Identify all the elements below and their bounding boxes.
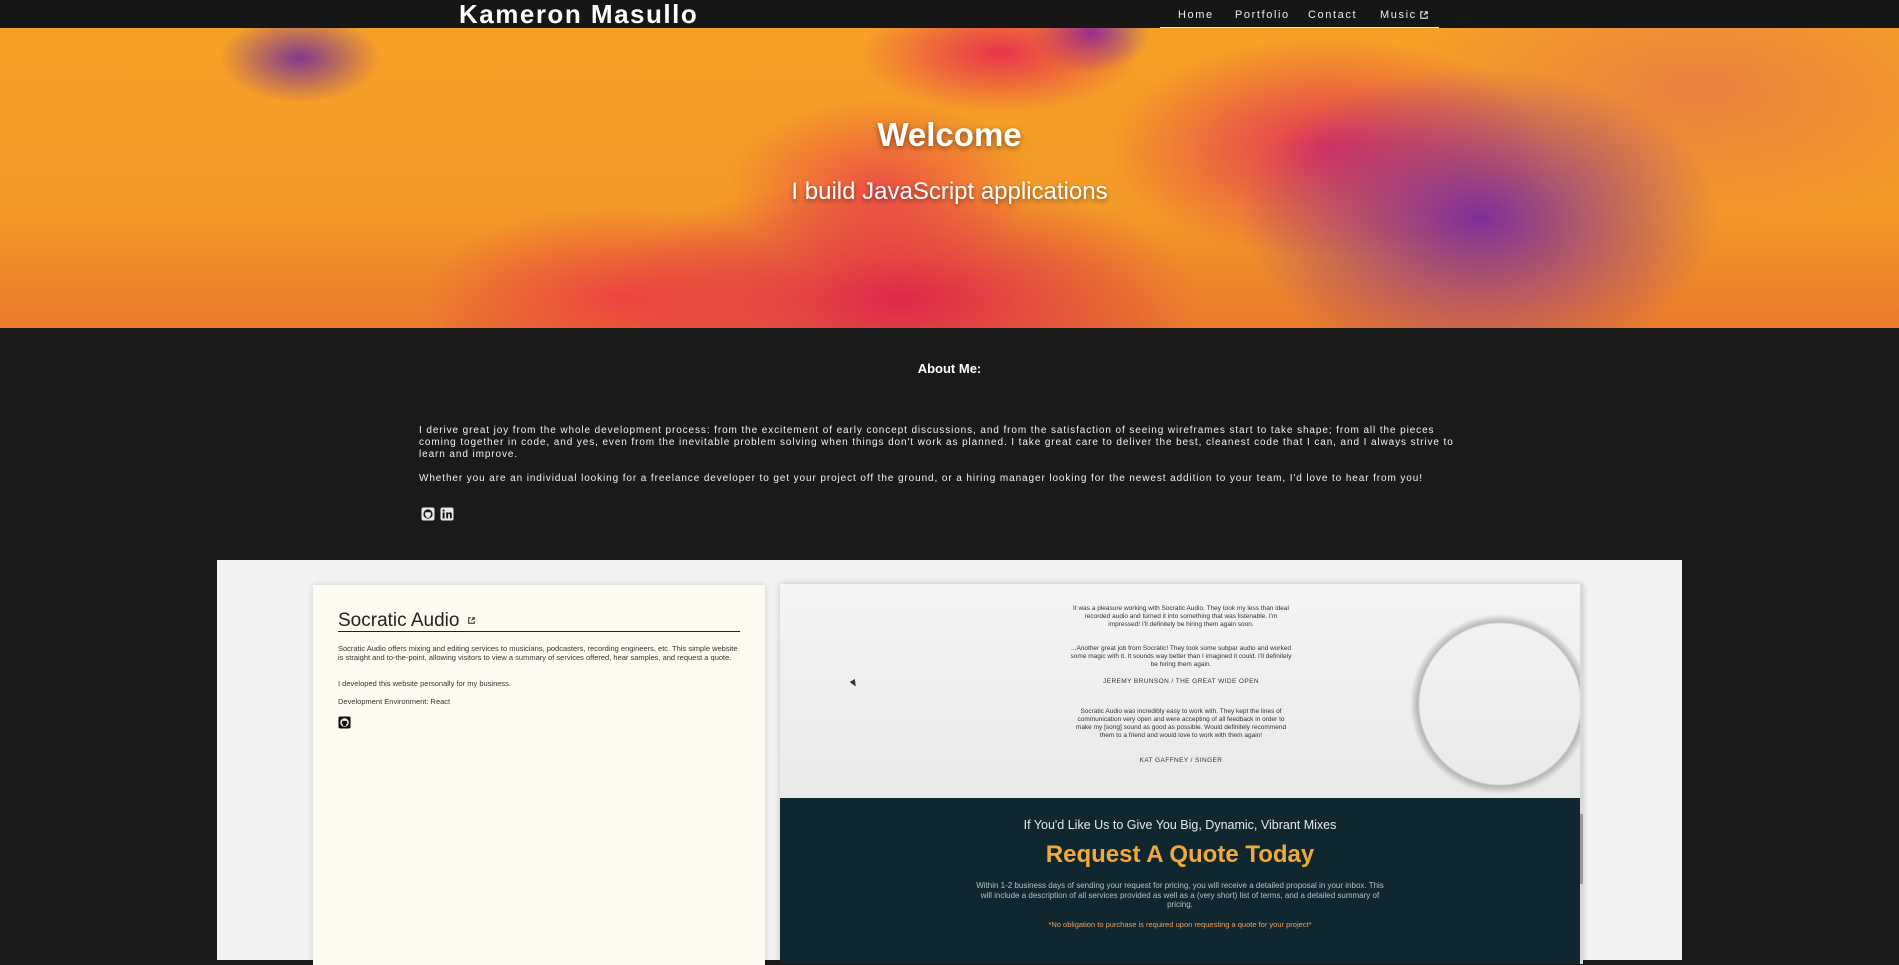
preview-scrollbar[interactable]: [1580, 584, 1583, 964]
github-icon[interactable]: [421, 507, 435, 521]
nav-link-music-label: Music: [1380, 9, 1417, 21]
quote-text: Within 1-2 business days of sending your…: [976, 881, 1384, 909]
preview-testimonials: It was a pleasure working with Socratic …: [780, 584, 1583, 799]
testimonial-text: ...Another great job from Socratic! They…: [1070, 645, 1292, 668]
project-note: I developed this website personally for …: [338, 679, 512, 688]
about-paragraph: Whether you are an individual looking fo…: [419, 473, 1423, 484]
testimonial-text: Socratic Audio was incredibly easy to wo…: [1075, 708, 1287, 739]
hero-subtitle: I build JavaScript applications: [791, 178, 1108, 205]
hero-banner: Welcome I build JavaScript applications: [0, 28, 1899, 328]
github-icon[interactable]: [338, 716, 351, 729]
quote-note: *No obligation to purchase is required u…: [1048, 920, 1312, 929]
project-environment: Development Environment: React: [338, 697, 451, 706]
project-description: Socratic Audio offers mixing and editing…: [338, 644, 738, 662]
top-navbar: Kameron Masullo Home Portfolio Contact M…: [0, 0, 1899, 29]
preview-quote-section: If You'd Like Us to Give You Big, Dynami…: [780, 798, 1580, 964]
quote-title: Request A Quote Today: [1045, 841, 1315, 868]
nav-link-contact[interactable]: Contact: [1308, 9, 1357, 21]
quote-subtitle: If You'd Like Us to Give You Big, Dynami…: [1023, 818, 1337, 832]
preview-scrollbar-thumb[interactable]: [1580, 814, 1583, 884]
external-link-icon: [1419, 11, 1428, 19]
testimonial-author: JEREMY BRUNSON / THE GREAT WIDE OPEN: [1103, 678, 1259, 685]
testimonial-author: KAT GAFFNEY / SINGER: [1139, 757, 1223, 764]
project-card: Socratic Audio Socratic Audio offers mix…: [313, 585, 765, 965]
site-brand[interactable]: Kameron Masullo: [459, 0, 698, 29]
about-paragraph: I derive great joy from the whole develo…: [419, 425, 1454, 460]
nav-link-portfolio[interactable]: Portfolio: [1235, 9, 1290, 21]
project-title: Socratic Audio: [338, 610, 460, 631]
project-preview[interactable]: It was a pleasure working with Socratic …: [780, 584, 1583, 964]
about-title: About Me:: [917, 361, 982, 376]
external-link-icon: [467, 617, 475, 625]
project-title-link[interactable]: Socratic Audio: [338, 611, 740, 632]
nav-links: Home Portfolio Contact Music: [1160, 0, 1439, 28]
testimonial-text: It was a pleasure working with Socratic …: [1073, 605, 1289, 628]
nav-link-music[interactable]: Music: [1380, 9, 1428, 21]
portfolio-section: Socratic Audio Socratic Audio offers mix…: [217, 560, 1682, 965]
linkedin-icon[interactable]: [440, 507, 454, 521]
nav-link-home[interactable]: Home: [1178, 9, 1214, 21]
hero-title: Welcome: [877, 116, 1022, 153]
